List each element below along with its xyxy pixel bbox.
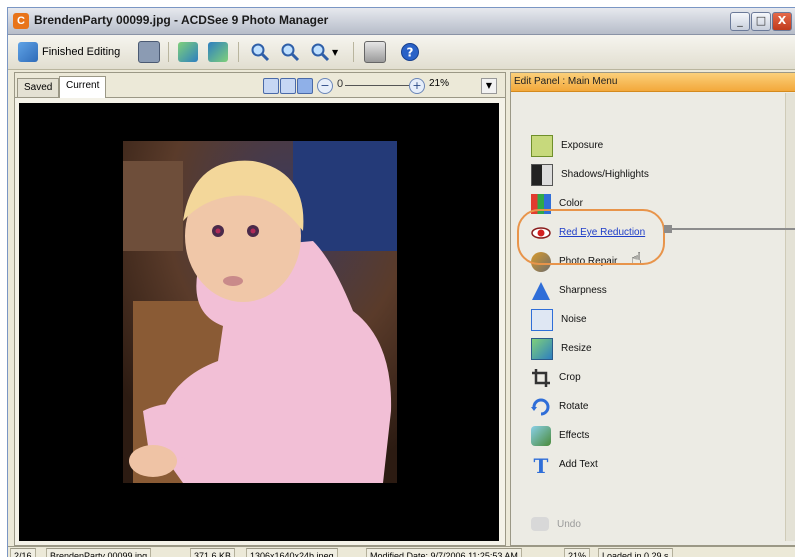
previous-image-button[interactable]: [178, 41, 198, 63]
save-icon: [138, 41, 160, 63]
zoom-menu-icon: [311, 43, 330, 62]
title-bar[interactable]: C BrendenParty 00099.jpg - ACDSee 9 Phot…: [8, 8, 795, 35]
edit-panel: Edit Panel : Main Menu Exposure Shadows/…: [510, 72, 795, 546]
red-eye-highlight-callout: [517, 209, 665, 265]
zoom-menu-button[interactable]: ▼: [310, 41, 338, 63]
tab-current[interactable]: Current: [59, 76, 107, 98]
save-button[interactable]: [138, 41, 160, 63]
help-icon: ?: [401, 43, 419, 61]
menu-item-rotate[interactable]: Rotate: [531, 392, 649, 421]
noise-icon: [531, 308, 553, 331]
status-filesize: 371.6 KB: [190, 548, 236, 557]
menu-item-label: Color: [559, 198, 583, 209]
resize-icon: [531, 337, 553, 360]
menu-item-effects[interactable]: Effects: [531, 421, 649, 450]
add-text-icon: T: [534, 455, 549, 475]
help-button[interactable]: ?: [400, 41, 420, 63]
print-icon: [364, 41, 386, 63]
zoom-in-icon: [251, 43, 270, 62]
previous-image-icon: [178, 42, 198, 62]
view-tabs: Saved Current − 0 + 21% ▼: [15, 73, 505, 98]
zoom-slider-track[interactable]: [345, 85, 409, 86]
shadows-highlights-icon: [531, 163, 553, 186]
zoom-out-button[interactable]: [280, 41, 300, 63]
menu-item-noise[interactable]: Noise: [531, 305, 649, 334]
finished-editing-button[interactable]: Finished Editing: [18, 41, 120, 63]
status-load-time: Loaded in 0.29 s: [598, 548, 673, 557]
status-filename: BrendenParty 00099.jpg: [46, 548, 152, 557]
view-split-icon[interactable]: [280, 78, 296, 94]
edit-panel-scrollbar[interactable]: [785, 93, 795, 541]
toolbar-separator: [353, 42, 354, 62]
next-image-icon: [208, 42, 228, 62]
menu-item-label: Resize: [561, 343, 592, 354]
menu-item-label: Shadows/Highlights: [561, 169, 649, 180]
zoom-value: 21%: [429, 78, 450, 89]
acdsee-app-icon[interactable]: C: [13, 13, 29, 29]
svg-text:T: T: [534, 455, 549, 475]
zoom-out-icon: [281, 43, 300, 62]
menu-item-crop[interactable]: Crop: [531, 363, 649, 392]
finished-editing-label: Finished Editing: [42, 46, 121, 58]
edit-panel-header: Edit Panel : Main Menu: [511, 73, 795, 92]
photo-preview: [123, 141, 397, 483]
menu-item-resize[interactable]: Resize: [531, 334, 649, 363]
chevron-down-icon: ▼: [332, 47, 339, 57]
undo-icon: [531, 517, 549, 531]
view-single-icon[interactable]: [263, 78, 279, 94]
minimize-button[interactable]: _: [730, 12, 750, 31]
status-modified-date: Modified Date: 9/7/2006 11:25:53 AM: [366, 548, 522, 557]
finished-editing-icon: [18, 42, 38, 62]
status-zoom: 21%: [564, 548, 591, 557]
image-view-panel: Saved Current − 0 + 21% ▼: [14, 72, 506, 546]
callout-marker: [664, 225, 672, 233]
image-canvas[interactable]: [19, 103, 499, 541]
exposure-icon: [531, 134, 553, 157]
tab-saved[interactable]: Saved: [17, 78, 60, 97]
menu-item-label: Rotate: [559, 401, 589, 412]
toolbar-separator: [238, 42, 239, 62]
menu-item-label: Add Text: [559, 459, 598, 470]
menu-item-label: Effects: [559, 430, 590, 441]
maximize-button[interactable]: □: [751, 12, 771, 31]
status-bar: 2/16 BrendenParty 00099.jpg 371.6 KB 130…: [8, 546, 795, 557]
edit-panel-title: Edit Panel : Main Menu: [514, 76, 618, 87]
main-toolbar: Finished Editing ▼ ?: [8, 35, 795, 70]
menu-item-add-text[interactable]: T Add Text: [531, 450, 649, 479]
status-position: 2/16: [10, 548, 36, 557]
print-button[interactable]: [364, 41, 386, 63]
undo-label: Undo: [557, 518, 581, 530]
menu-item-label: Crop: [559, 372, 581, 383]
menu-item-sharpness[interactable]: Sharpness: [531, 276, 649, 305]
toolbar-separator: [168, 42, 169, 62]
rotate-icon: [531, 398, 550, 415]
zoom-out-slider-button[interactable]: −: [317, 78, 333, 94]
zoom-in-button[interactable]: [250, 41, 270, 63]
zoom-in-slider-button[interactable]: +: [409, 78, 425, 94]
app-window: C BrendenParty 00099.jpg - ACDSee 9 Phot…: [8, 8, 795, 557]
child-photo-image: [123, 141, 397, 483]
status-dimensions: 1306x1640x24b jpeg: [246, 548, 338, 557]
undo-button[interactable]: Undo: [531, 517, 581, 531]
callout-line: [672, 228, 795, 230]
close-button[interactable]: X: [772, 12, 792, 31]
effects-icon: [531, 425, 551, 446]
svg-text:?: ?: [407, 46, 414, 60]
menu-item-exposure[interactable]: Exposure: [531, 131, 649, 160]
sharpness-icon: [532, 281, 550, 300]
menu-item-label: Noise: [561, 314, 587, 325]
menu-item-label: Sharpness: [559, 285, 607, 296]
window-title: BrendenParty 00099.jpg - ACDSee 9 Photo …: [34, 13, 329, 27]
edit-menu-list: Exposure Shadows/Highlights Color Red Ey…: [531, 131, 649, 479]
next-image-button[interactable]: [208, 41, 228, 63]
zoom-dropdown-button[interactable]: ▼: [481, 78, 497, 94]
menu-item-shadows-highlights[interactable]: Shadows/Highlights: [531, 160, 649, 189]
crop-icon: [532, 368, 550, 387]
chevron-down-icon: ▼: [485, 81, 493, 90]
zoom-slider-knob[interactable]: 0: [337, 77, 343, 91]
view-compare-icon[interactable]: [297, 78, 313, 94]
menu-item-label: Exposure: [561, 140, 604, 151]
